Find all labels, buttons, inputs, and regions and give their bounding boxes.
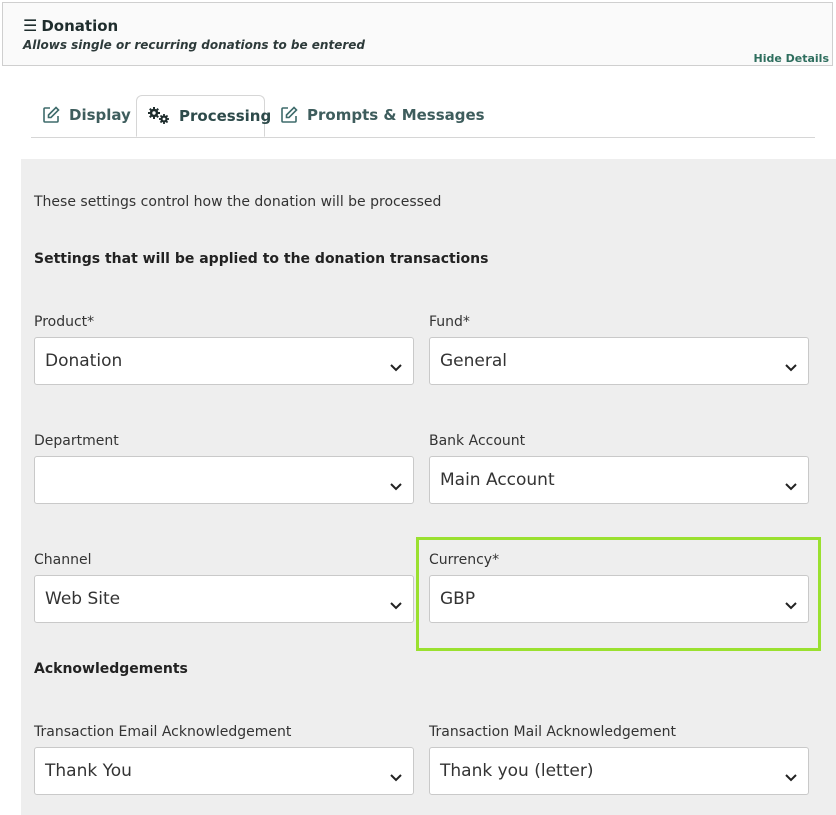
tab-display[interactable]: Display — [31, 95, 141, 135]
currency-select[interactable]: GBP — [429, 575, 809, 623]
settings-tabs: Display Processing Prompts & Messages — [31, 95, 815, 138]
channel-value: Web Site — [45, 589, 121, 609]
chevron-down-icon — [390, 357, 402, 376]
bank-account-label: Bank Account — [429, 433, 526, 449]
tab-prompts-messages-label: Prompts & Messages — [307, 106, 485, 124]
currency-value: GBP — [440, 589, 476, 609]
chevron-down-icon — [390, 767, 402, 786]
mail-ack-label: Transaction Mail Acknowledgement — [429, 724, 676, 740]
hide-details-link[interactable]: Hide Details — [753, 52, 829, 65]
gears-icon — [147, 106, 171, 126]
department-label: Department — [34, 433, 119, 449]
fund-label: Fund* — [429, 314, 470, 330]
settings-heading: Settings that will be applied to the don… — [34, 251, 489, 267]
bank-account-value: Main Account — [440, 470, 555, 490]
fund-select[interactable]: General — [429, 337, 809, 385]
chevron-down-icon — [390, 476, 402, 495]
menu-icon[interactable]: ☰ — [23, 16, 37, 35]
chevron-down-icon — [785, 357, 797, 376]
email-ack-select[interactable]: Thank You — [34, 747, 414, 795]
widget-subtitle: Allows single or recurring donations to … — [23, 38, 365, 52]
widget-header: ☰ Donation Allows single or recurring do… — [2, 2, 833, 66]
department-select[interactable] — [34, 456, 414, 504]
tab-processing[interactable]: Processing — [136, 95, 271, 137]
panel-intro: These settings control how the donation … — [34, 194, 442, 210]
channel-label: Channel — [34, 552, 92, 568]
product-value: Donation — [45, 351, 123, 371]
product-label: Product* — [34, 314, 95, 330]
widget-title: ☰ Donation — [23, 16, 118, 35]
edit-icon — [279, 105, 299, 125]
email-ack-value: Thank You — [45, 761, 132, 781]
edit-icon — [41, 105, 61, 125]
mail-ack-value: Thank you (letter) — [440, 761, 594, 781]
channel-select[interactable]: Web Site — [34, 575, 414, 623]
chevron-down-icon — [785, 767, 797, 786]
fund-value: General — [440, 351, 507, 371]
chevron-down-icon — [785, 476, 797, 495]
widget-title-label: Donation — [41, 16, 119, 35]
chevron-down-icon — [390, 595, 402, 614]
product-select[interactable]: Donation — [34, 337, 414, 385]
chevron-down-icon — [785, 595, 797, 614]
mail-ack-select[interactable]: Thank you (letter) — [429, 747, 809, 795]
processing-panel: These settings control how the donation … — [21, 159, 836, 815]
tab-display-label: Display — [69, 106, 131, 124]
acknowledgements-heading: Acknowledgements — [34, 661, 188, 677]
tab-processing-label: Processing — [179, 107, 272, 125]
currency-label: Currency* — [429, 552, 500, 568]
email-ack-label: Transaction Email Acknowledgement — [34, 724, 292, 740]
tab-prompts-messages[interactable]: Prompts & Messages — [269, 95, 495, 135]
bank-account-select[interactable]: Main Account — [429, 456, 809, 504]
